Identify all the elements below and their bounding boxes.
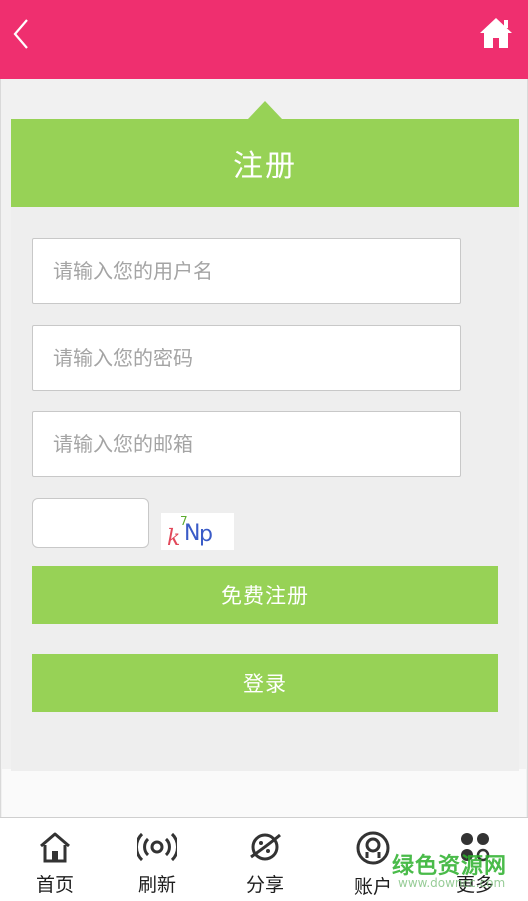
account-icon xyxy=(356,831,390,865)
login-button[interactable]: 登录 xyxy=(32,654,498,712)
tab-share[interactable]: 分享 xyxy=(215,818,315,901)
tab-home-label: 首页 xyxy=(35,874,74,896)
username-input[interactable] xyxy=(32,238,461,304)
captcha-input[interactable] xyxy=(32,498,149,548)
tab-home[interactable]: 首页 xyxy=(5,818,105,901)
password-input[interactable] xyxy=(32,325,461,391)
tab-account[interactable]: 账户 xyxy=(323,818,423,901)
captcha-image[interactable]: k 7 N p xyxy=(161,513,234,551)
bottom-tab-bar: 首页 刷新 分享 账户 更多 xyxy=(0,817,528,900)
tab-refresh-label: 刷新 xyxy=(137,874,176,896)
tab-more[interactable]: 更多 xyxy=(425,818,525,901)
home-icon xyxy=(480,18,512,48)
home-outline-icon xyxy=(40,832,70,863)
svg-text:p: p xyxy=(199,522,213,547)
register-button[interactable]: 免费注册 xyxy=(32,566,498,624)
broadcast-icon xyxy=(137,832,177,862)
title-notch xyxy=(248,101,282,119)
tab-refresh[interactable]: 刷新 xyxy=(107,818,207,901)
tab-account-label: 账户 xyxy=(353,876,392,898)
top-bar xyxy=(0,0,528,79)
dots-grid-icon xyxy=(461,833,490,862)
page-title: 注册 xyxy=(11,119,519,207)
svg-text:N: N xyxy=(184,521,200,546)
email-input[interactable] xyxy=(32,411,461,477)
svg-text:k: k xyxy=(167,526,180,550)
planet-icon xyxy=(250,833,281,861)
back-button[interactable] xyxy=(6,14,36,54)
tab-share-label: 分享 xyxy=(245,874,284,896)
page-bottom-strip xyxy=(2,769,526,817)
tab-more-label: 更多 xyxy=(455,874,494,896)
chevron-left-icon xyxy=(13,19,28,49)
home-button[interactable] xyxy=(478,15,514,51)
captcha-graphic: k 7 N p xyxy=(167,514,213,551)
